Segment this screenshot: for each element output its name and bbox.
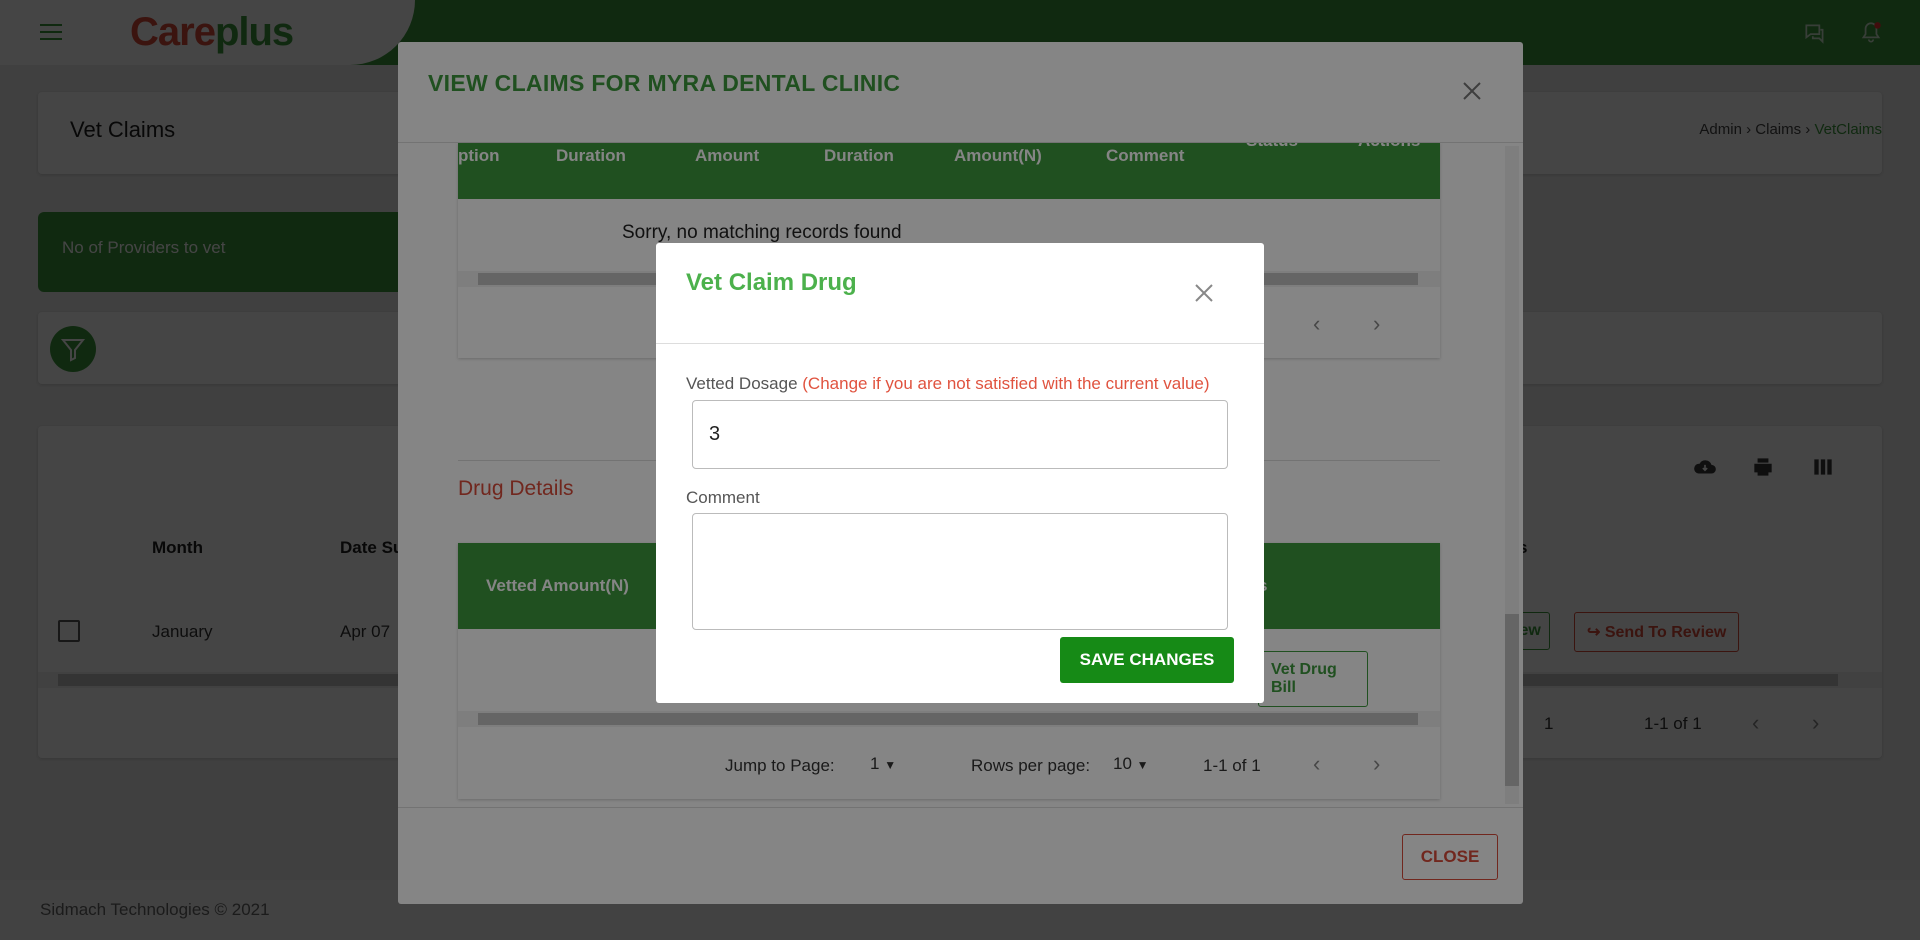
vetted-dosage-hint: (Change if you are not satisfied with th… — [802, 374, 1210, 393]
dialog-title: Vet Claim Drug — [686, 269, 857, 296]
close-icon[interactable] — [1194, 283, 1214, 303]
vetted-dosage-label: Vetted Dosage (Change if you are not sat… — [686, 374, 1210, 394]
divider — [656, 343, 1264, 344]
vetted-dosage-label-text: Vetted Dosage — [686, 374, 798, 393]
comment-label: Comment — [686, 488, 760, 507]
save-changes-button[interactable]: SAVE CHANGES — [1060, 637, 1234, 683]
vet-claim-drug-dialog: Vet Claim Drug Vetted Dosage (Change if … — [656, 243, 1264, 703]
vetted-dosage-input[interactable] — [692, 400, 1228, 469]
comment-textarea[interactable] — [692, 513, 1228, 630]
